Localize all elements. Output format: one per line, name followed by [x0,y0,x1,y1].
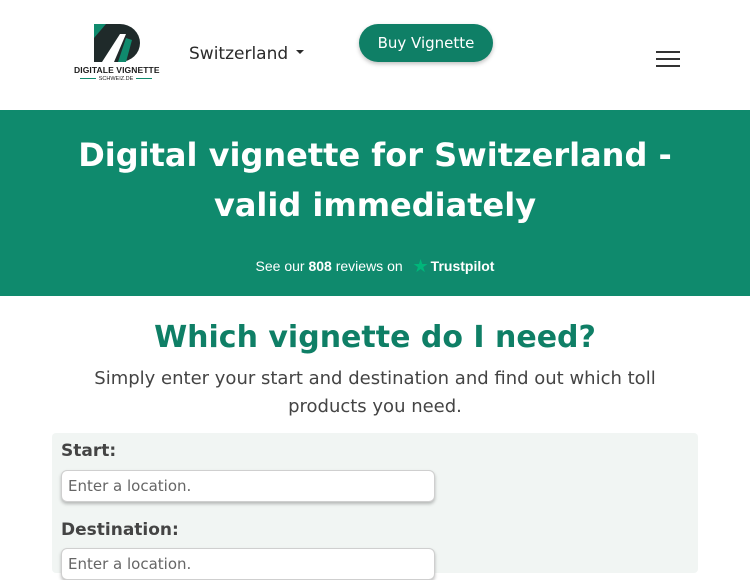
route-form: Start: Destination: [52,433,698,580]
buy-vignette-button[interactable]: Buy Vignette [359,24,493,62]
country-dropdown[interactable]: Switzerland [189,44,305,64]
trustpilot-star-icon: ★ [412,256,429,276]
caret-down-icon [296,50,305,54]
review-count: 808 [308,258,332,274]
menu-icon[interactable] [656,51,680,67]
start-input[interactable] [61,470,435,502]
hero-title: Digital vignette for Switzerland - valid… [78,136,672,224]
trustpilot-prefix: See our [255,258,305,274]
country-label: Switzerland [189,44,289,64]
trustpilot-brand: Trustpilot [430,258,495,274]
logo-road-icon [94,24,140,62]
destination-input[interactable] [61,548,435,580]
trustpilot-suffix: reviews on [335,258,403,274]
section-description: Simply enter your start and destination … [94,368,656,417]
site-logo[interactable]: DIGITALE VIGNETTE SCHWEIZ.DE [74,24,160,86]
logo-subtitle: SCHWEIZ.DE [98,76,134,82]
logo-title: DIGITALE VIGNETTE [74,65,160,75]
destination-label: Destination: [61,520,179,540]
trustpilot-link[interactable]: See our 808 reviews on ★ Trustpilot [0,256,750,277]
site-header: DIGITALE VIGNETTE SCHWEIZ.DE Switzerland… [0,0,750,110]
start-label: Start: [61,441,117,461]
section-title: Which vignette do I need? [154,320,596,355]
hero-banner: Digital vignette for Switzerland - valid… [0,110,750,296]
